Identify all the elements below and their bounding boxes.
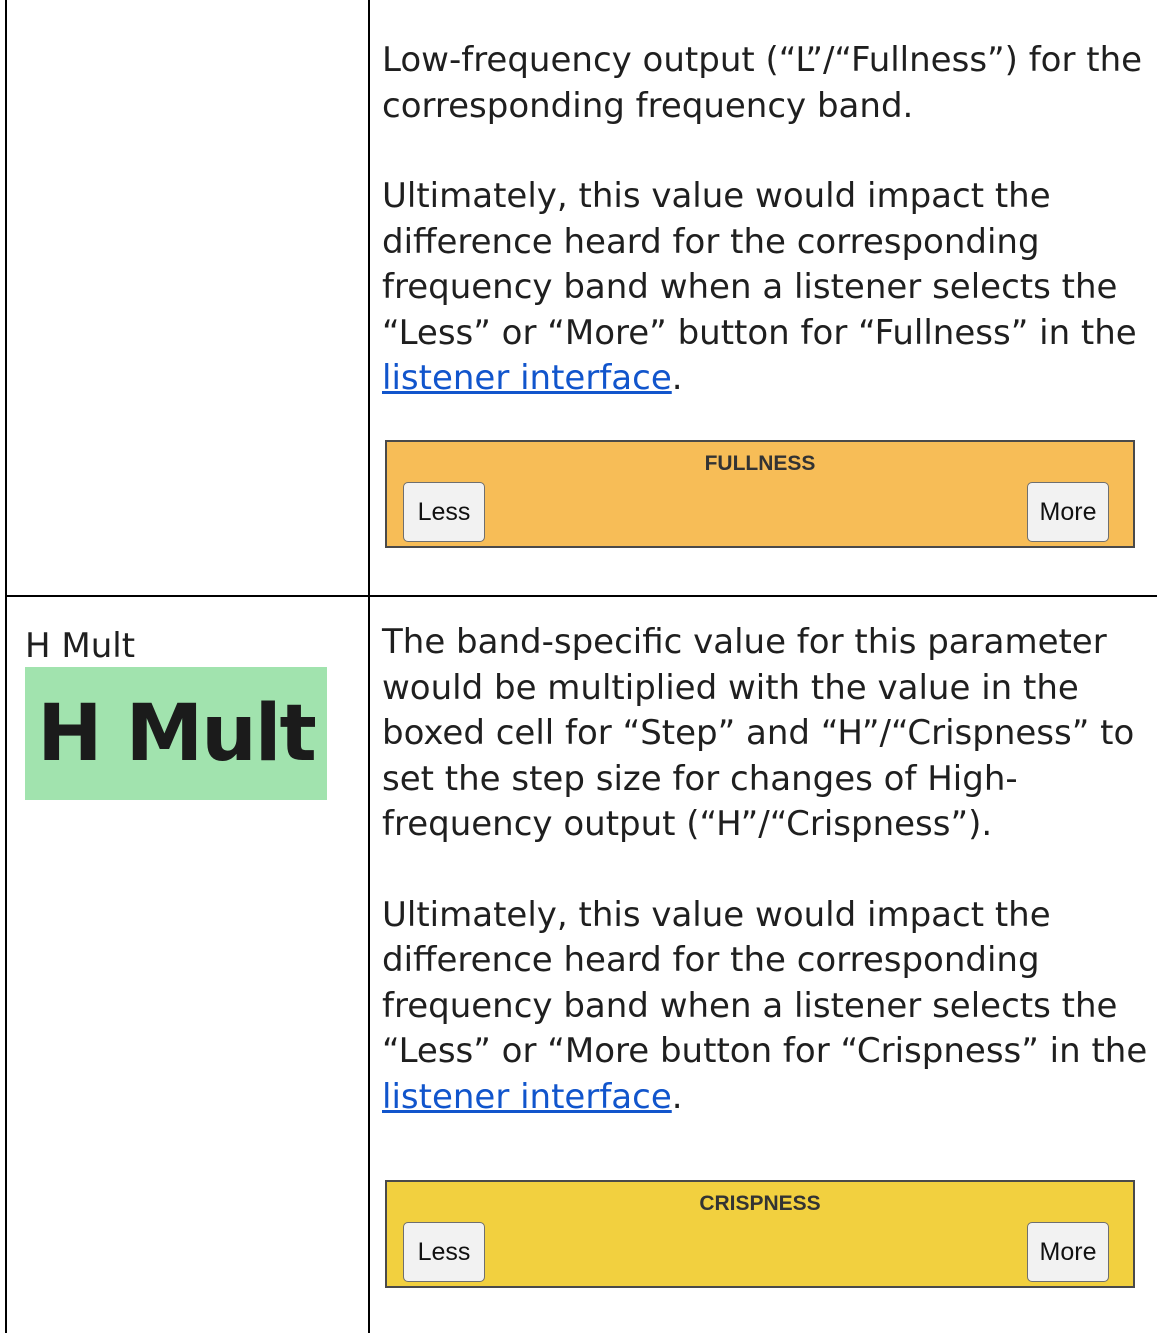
description-cell-crispness: The band-specific value for this paramet… (382, 620, 1152, 1120)
parameter-label: H Mult (25, 626, 136, 666)
crispness-control-panel: CRISPNESS Less More (385, 1180, 1135, 1288)
row-divider (5, 595, 1157, 597)
description-cell-fullness: Low-frequency output (“L”/“Fullness”) fo… (382, 38, 1152, 402)
paragraph-text: Ultimately, this value would impact the … (382, 176, 1137, 353)
fullness-less-button[interactable]: Less (403, 482, 485, 542)
fullness-more-button[interactable]: More (1027, 482, 1109, 542)
description-paragraph: Ultimately, this value would impact the … (382, 174, 1152, 402)
description-paragraph: Low-frequency output (“L”/“Fullness”) fo… (382, 40, 1143, 126)
fullness-control-panel: FULLNESS Less More (385, 440, 1135, 548)
table-border-left (5, 0, 7, 1333)
fullness-title: FULLNESS (704, 452, 816, 475)
description-paragraph: Ultimately, this value would impact the … (382, 893, 1152, 1121)
paragraph-text: Ultimately, this value would impact the … (382, 894, 1148, 1072)
parameter-table: Low-frequency output (“L”/“Fullness”) fo… (0, 0, 1157, 1333)
listener-interface-link[interactable]: listener interface (382, 358, 672, 398)
paragraph-text: . (671, 1076, 683, 1117)
h-mult-badge: H Mult (25, 667, 327, 800)
paragraph-text: . (671, 358, 683, 398)
description-paragraph: The band-specific value for this paramet… (382, 622, 1135, 844)
crispness-less-button[interactable]: Less (403, 1222, 485, 1282)
listener-interface-link[interactable]: listener interface (382, 1077, 672, 1117)
table-column-divider (368, 0, 370, 1333)
crispness-title: CRISPNESS (699, 1192, 821, 1215)
crispness-more-button[interactable]: More (1027, 1222, 1109, 1282)
